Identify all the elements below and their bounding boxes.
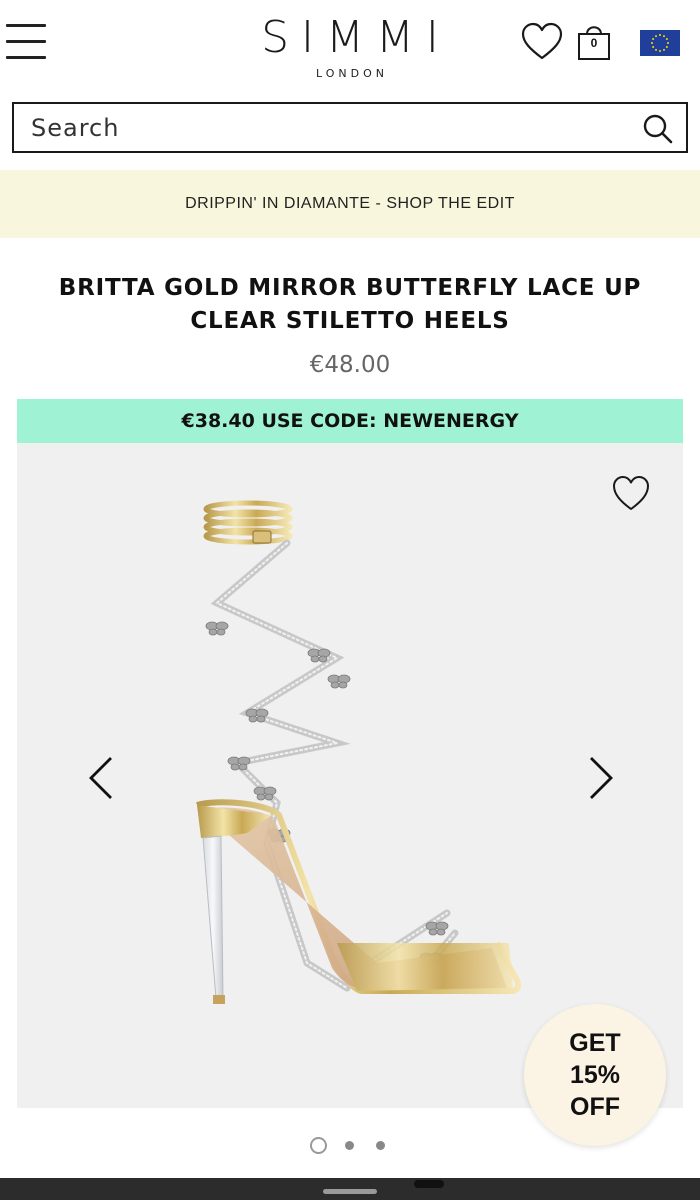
gallery-dot-2[interactable] bbox=[345, 1141, 354, 1150]
bag-count: 0 bbox=[590, 36, 598, 50]
discount-code-banner: €38.40 USE CODE: NEWENERGY bbox=[17, 399, 683, 443]
search-button[interactable] bbox=[642, 113, 674, 145]
discount-code-text: €38.40 USE CODE: NEWENERGY bbox=[181, 410, 519, 432]
offer-line-2: 15% bbox=[569, 1061, 621, 1089]
chevron-left-icon bbox=[89, 757, 112, 799]
offer-line-1: GET bbox=[569, 1029, 621, 1057]
site-header: SIMMI LONDON 0 bbox=[0, 0, 700, 95]
shopping-bag-button[interactable]: 0 bbox=[575, 22, 613, 62]
promo-banner-text: DRIPPIN' IN DIAMANTE - SHOP THE EDIT bbox=[185, 195, 515, 212]
gallery-next-button[interactable] bbox=[579, 748, 619, 808]
offer-line-3: OFF bbox=[570, 1093, 620, 1121]
wishlist-button[interactable] bbox=[520, 22, 564, 62]
promo-banner[interactable]: DRIPPIN' IN DIAMANTE - SHOP THE EDIT bbox=[0, 170, 700, 238]
product-title: BRITTA GOLD MIRROR BUTTERFLY LACE UP CLE… bbox=[20, 272, 680, 338]
search-input[interactable] bbox=[14, 104, 634, 151]
gallery-dot-3[interactable] bbox=[376, 1141, 385, 1150]
heart-icon bbox=[521, 22, 563, 60]
gallery-prev-button[interactable] bbox=[83, 748, 123, 808]
gallery-pagination bbox=[0, 1136, 700, 1156]
home-indicator[interactable] bbox=[323, 1189, 377, 1194]
gallery-wishlist-button[interactable] bbox=[611, 475, 651, 513]
chevron-right-icon bbox=[590, 757, 613, 799]
region-selector[interactable] bbox=[640, 30, 680, 56]
gallery-dot-1-active[interactable] bbox=[310, 1137, 327, 1154]
search-bar bbox=[12, 102, 688, 153]
system-navigation-bar bbox=[0, 1178, 700, 1200]
heart-icon bbox=[613, 476, 649, 510]
discount-offer-badge[interactable]: GET 15% OFF bbox=[524, 1004, 666, 1146]
product-title-line-1: BRITTA GOLD MIRROR BUTTERFLY LACE UP bbox=[58, 275, 642, 301]
camera-cutout bbox=[414, 1180, 444, 1188]
eu-flag-icon bbox=[640, 30, 680, 56]
brand-subtitle: LONDON bbox=[316, 67, 388, 80]
product-price: €48.00 bbox=[309, 352, 391, 378]
search-icon bbox=[643, 114, 673, 144]
product-title-line-2: CLEAR STILETTO HEELS bbox=[190, 308, 510, 334]
